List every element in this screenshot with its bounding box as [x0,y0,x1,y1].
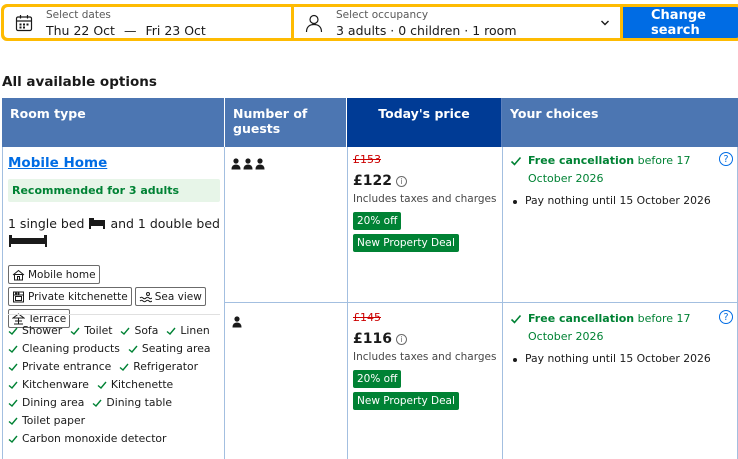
section-title: All available options [2,74,157,90]
discount-badge: 20% off [353,212,402,230]
check-icon [510,156,522,166]
current-price: £116 i [353,331,503,347]
check-icon [70,327,80,335]
amenity-item: Dining area [8,394,84,412]
amenity-item: Seating area [128,340,210,358]
check-icon [92,399,102,407]
check-icon [8,363,18,371]
tag-mobile-home: Mobile home [8,265,100,284]
table-header: Room type Number of guests Today's price… [2,98,738,147]
question-icon[interactable]: ? [719,310,733,324]
check-icon [8,381,18,389]
room-cell: Mobile Home Recommended for 3 adults 1 s… [2,147,225,459]
facility-tags: Mobile home Private kitchenette Sea view… [8,265,220,328]
deal-badge: New Property Deal [353,234,459,252]
header-price: Today's price [347,98,502,147]
amenity-item: Toilet paper [8,412,223,430]
search-bar: Select dates Thu 22 Oct — Fri 23 Oct Selec… [1,4,738,41]
amenity-item: Cleaning products [8,340,120,358]
occupancy-selector[interactable]: Select occupancy 3 adults · 0 children ·… [294,7,620,38]
amenity-item: Private entrance [8,358,111,376]
amenity-item: Shower [8,322,62,340]
amenity-item: Carbon monoxide detector [8,430,223,448]
check-icon [8,327,18,335]
check-icon [121,327,131,335]
check-out-date: Fri 23 Oct [145,23,206,38]
choices-cell: Free cancellation before 17 October 2026… [510,310,735,365]
occupancy-value: 3 adults · 0 children · 1 room [336,23,517,38]
free-cancellation: Free cancellation before 17 October 2026 [510,152,735,188]
check-in-date: Thu 22 Oct [46,23,115,38]
mobile-home-icon [12,269,25,280]
header-choices: Your choices [502,98,738,147]
check-icon [166,327,176,335]
date-picker[interactable]: Select dates Thu 22 Oct — Fri 23 Oct [4,7,291,38]
person-icon [305,14,323,33]
current-price: £122 i [353,173,503,189]
person-icon [231,158,265,170]
pay-note: Pay nothing until 15 October 2026 [510,352,735,365]
original-price: £153 [353,153,381,166]
sea-view-icon [139,291,152,302]
price-cell: £153 £122 i Includes taxes and charges 20… [353,153,503,252]
check-icon [510,314,522,324]
info-icon[interactable]: i [395,175,407,187]
tag-sea-view: Sea view [134,287,206,306]
single-bed-text: 1 single bed [8,216,85,231]
recommendation-badge: Recommended for 3 adults [8,179,220,202]
deal-badge: New Property Deal [353,392,459,410]
amenity-item: Sofa [120,322,158,340]
tax-note: Includes taxes and charges [353,351,497,363]
check-icon [8,435,18,443]
tax-note: Includes taxes and charges [353,193,497,205]
divider [8,314,220,315]
header-guests: Number of guests [225,98,347,147]
amenity-item: Linen [166,322,210,340]
double-bed-text: and 1 double bed [110,216,220,231]
discount-badge: 20% off [353,370,402,388]
change-search-button[interactable]: Change search [623,7,738,38]
original-price: £145 [353,311,381,324]
person-icon [232,316,242,328]
single-bed-icon [89,218,106,229]
guest-count-3 [231,155,267,174]
check-icon [8,399,18,407]
room-name-link[interactable]: Mobile Home [8,155,107,171]
header-room-type: Room type [2,98,225,147]
check-icon [128,345,138,353]
check-icon [8,345,18,353]
amenities-list: Shower Toilet Sofa Linen Cleaning produc… [8,322,223,448]
bed-info: 1 single bed and 1 double bed [8,215,220,251]
check-icon [8,417,18,425]
guest-count-1 [231,313,243,332]
column-divider [347,147,348,459]
tag-private-kitchenette: Private kitchenette [8,287,132,306]
amenity-item: Kitchenette [97,376,173,394]
amenity-item: Kitchenware [8,376,89,394]
price-cell: £145 £116 i Includes taxes and charges 20… [353,311,503,410]
question-icon[interactable]: ? [719,152,733,166]
amenity-item: Refrigerator [119,358,198,376]
check-icon [97,381,107,389]
double-bed-icon [9,235,47,247]
dates-value: Thu 22 Oct — Fri 23 Oct [46,23,206,38]
calendar-icon [15,15,33,32]
amenity-item: Dining table [92,394,172,412]
occupancy-label: Select occupancy [336,9,429,21]
info-icon[interactable]: i [395,333,407,345]
free-cancellation: Free cancellation before 17 October 2026 [510,310,735,346]
kitchenette-icon [13,291,24,302]
pay-note: Pay nothing until 15 October 2026 [510,194,735,207]
choices-cell: Free cancellation before 17 October 2026… [510,152,735,207]
chevron-down-icon [601,20,609,26]
row-divider [225,302,738,303]
availability-table: Room type Number of guests Today's price… [2,98,738,459]
amenity-item: Toilet [70,322,112,340]
date-separator: — [123,23,137,38]
dates-label: Select dates [46,9,111,21]
check-icon [119,363,129,371]
